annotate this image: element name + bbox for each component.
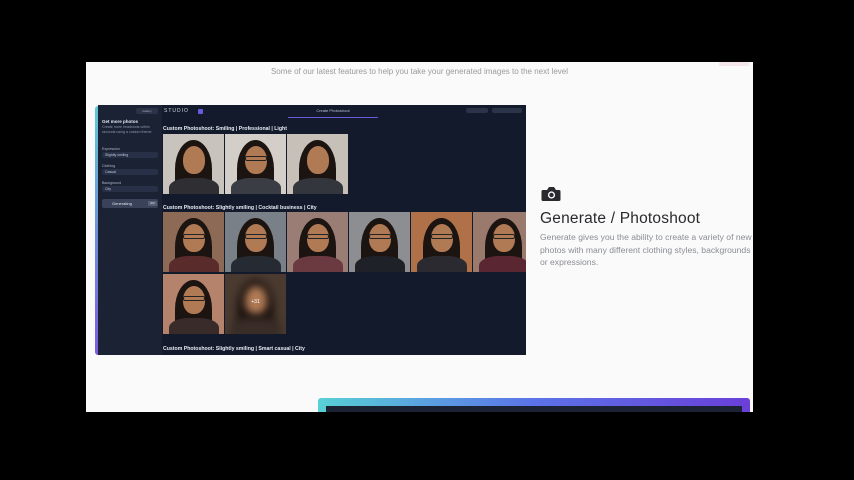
section-tagline: Some of our latest features to help you … bbox=[270, 67, 569, 76]
generated-photo[interactable] bbox=[411, 212, 472, 272]
landing-page: Some of our latest features to help you … bbox=[86, 62, 753, 412]
generated-photo[interactable] bbox=[287, 212, 348, 272]
generated-photo[interactable] bbox=[225, 134, 286, 194]
logo-mark-icon bbox=[198, 109, 203, 114]
app-screenshot: Gallery Get more photos Create more head… bbox=[98, 105, 526, 355]
background-label: Background bbox=[102, 181, 122, 185]
sidebar-description: Create more headshots within seconds usi… bbox=[102, 125, 152, 134]
section-title: Custom Photoshoot: Slightly smiling | Sm… bbox=[163, 346, 305, 352]
generated-photo[interactable] bbox=[163, 212, 224, 272]
generated-photo[interactable] bbox=[163, 274, 224, 334]
more-photos-count: +31 bbox=[251, 299, 260, 305]
feature-title: Generate / Photoshoot bbox=[540, 210, 701, 227]
section-title: Custom Photoshoot: Smiling | Professiona… bbox=[163, 126, 287, 132]
expression-label: Expression bbox=[102, 147, 120, 151]
app-logo: STUDIO bbox=[164, 108, 189, 114]
section-title: Custom Photoshoot: Slightly smiling | Co… bbox=[163, 205, 317, 211]
clothing-label: Clothing bbox=[102, 164, 116, 168]
expression-select[interactable]: Slightly smiling bbox=[102, 152, 158, 158]
app-sidebar: Gallery Get more photos Create more head… bbox=[98, 105, 162, 355]
gallery-button[interactable]: Gallery bbox=[136, 108, 158, 114]
account-menu[interactable] bbox=[492, 108, 522, 113]
tab-create-photoshoot[interactable]: Create Photoshoot bbox=[288, 108, 378, 118]
generated-photo[interactable] bbox=[473, 212, 526, 272]
clothing-select[interactable]: Casual bbox=[102, 169, 158, 175]
next-feature-preview bbox=[326, 406, 742, 412]
sidebar-title: Get more photos bbox=[102, 119, 139, 124]
more-photos-tile[interactable]: +31 bbox=[225, 274, 286, 334]
generated-photo[interactable] bbox=[349, 212, 410, 272]
generated-photo[interactable] bbox=[287, 134, 348, 194]
decorative-strip bbox=[719, 62, 749, 66]
feature-description: Generate gives you the ability to create… bbox=[540, 232, 752, 267]
generate-count-badge: 2/4 bbox=[148, 201, 157, 206]
generated-photo[interactable] bbox=[225, 212, 286, 272]
generated-photo[interactable] bbox=[163, 134, 224, 194]
background-select[interactable]: City bbox=[102, 186, 158, 192]
camera-icon bbox=[541, 187, 561, 201]
credits-pill[interactable] bbox=[466, 108, 488, 113]
